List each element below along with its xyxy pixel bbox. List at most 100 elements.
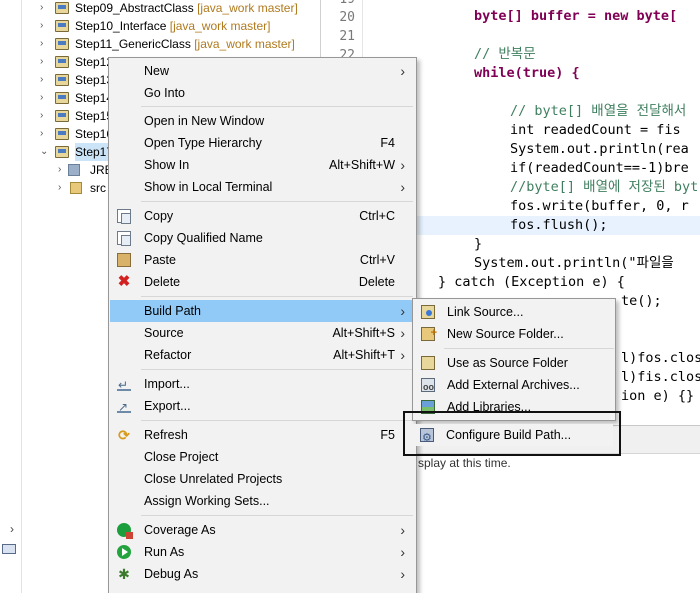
code-line: ion e) {} <box>621 388 695 404</box>
menu-item-label: New <box>144 64 170 78</box>
menu-item-label: Copy <box>144 209 174 223</box>
explorer-bottom-bar: › <box>0 522 22 593</box>
menu-item-close-project[interactable]: Close Project <box>110 446 415 468</box>
menu-item-refactor[interactable]: Refactor Alt+Shift+T › <box>110 344 415 366</box>
menu-item-label: Import... <box>144 377 190 391</box>
menu-item-label: Source <box>144 326 184 340</box>
menu-item-label: Close Unrelated Projects <box>144 472 283 486</box>
chevron-right-icon[interactable]: › <box>40 125 50 143</box>
chevron-right-icon[interactable]: › <box>40 53 50 71</box>
chevron-right-icon[interactable]: › <box>40 107 50 125</box>
menu-item-paste[interactable]: Paste Ctrl+V <box>110 249 415 271</box>
project-icon <box>55 110 69 122</box>
menu-item-shortcut: Ctrl+C <box>359 209 395 223</box>
menu-item-show-in[interactable]: Show In Alt+Shift+W › <box>110 154 415 176</box>
submenu-arrow-icon: › <box>400 325 405 341</box>
coverage-icon <box>117 523 133 539</box>
menu-item-label: Coverage As <box>144 523 216 537</box>
view-icon[interactable] <box>2 544 16 554</box>
chevron-right-icon[interactable]: › <box>58 179 68 197</box>
code-line: byte[] buffer = new byte[ <box>474 8 678 24</box>
project-name: Step10_Interface <box>75 19 167 33</box>
code-line: te(); <box>621 293 662 309</box>
chevron-right-icon[interactable]: › <box>40 17 50 35</box>
copy-icon <box>117 209 131 224</box>
link-source-icon <box>421 305 435 319</box>
menu-item-build-path[interactable]: Build Path › <box>110 300 415 322</box>
menu-item-import[interactable]: Import... <box>110 373 415 396</box>
debug-bug-icon: ✱ <box>118 566 130 582</box>
code-line: System.out.println(rea <box>510 141 689 157</box>
chevron-right-icon[interactable]: › <box>40 71 50 89</box>
menu-item-export[interactable]: Export... <box>110 395 415 418</box>
menu-item-show-in-local-terminal[interactable]: Show in Local Terminal › <box>110 176 415 198</box>
paste-icon <box>117 253 131 267</box>
explorer-left-edge <box>0 0 22 593</box>
submenu-item-link-source[interactable]: Link Source... <box>414 301 614 323</box>
menu-item-shortcut: Alt+Shift+T <box>333 348 395 362</box>
menu-item-debug-as[interactable]: ✱ Debug As › <box>110 563 415 585</box>
highlight-box <box>403 411 621 456</box>
menu-item-new[interactable]: New › <box>110 60 415 82</box>
chevron-down-icon[interactable]: ⌄ <box>40 143 50 161</box>
menu-item-close-unrelated-projects[interactable]: Close Unrelated Projects <box>110 468 415 490</box>
menu-item-open-in-new-window[interactable]: Open in New Window <box>110 110 415 132</box>
menu-item-refresh[interactable]: ⟳ Refresh F5 <box>110 424 415 446</box>
export-icon <box>117 396 131 418</box>
code-line: if(readedCount==-1)bre <box>510 160 689 176</box>
code-line: // byte[] 배열을 전달해서 <box>510 103 687 119</box>
submenu-item-use-as-source-folder[interactable]: Use as Source Folder <box>414 352 614 374</box>
line-number: 20 <box>339 10 355 25</box>
child-name: src <box>90 181 106 195</box>
menu-item-label: Paste <box>144 253 176 267</box>
code-line: l)fis.close <box>621 369 700 385</box>
submenu-arrow-icon: › <box>400 522 405 538</box>
code-line: System.out.println("파일을 <box>474 255 682 271</box>
code-line: } catch (Exception e) { <box>438 274 625 290</box>
menu-item-open-type-hierarchy[interactable]: Open Type Hierarchy F4 <box>110 132 415 154</box>
import-icon <box>117 374 131 396</box>
menu-item-source[interactable]: Source Alt+Shift+S › <box>110 322 415 344</box>
copy-qualified-name-icon <box>117 231 131 246</box>
code-line: // 반복문 <box>474 46 536 62</box>
menu-item-coverage-as[interactable]: Coverage As › <box>110 519 415 541</box>
menu-item-label: Open Type Hierarchy <box>144 136 262 150</box>
git-branch-label: [java_work master] <box>194 37 295 51</box>
project-icon <box>55 56 69 68</box>
menu-item-label: Go Into <box>144 86 185 100</box>
submenu-item-add-external-archives[interactable]: Add External Archives... <box>414 374 614 398</box>
menu-item-label: Show In <box>144 158 190 172</box>
code-line: l)fos.close <box>621 350 700 366</box>
chevron-right-icon[interactable]: › <box>10 522 14 536</box>
code-line-current: fos.flush(); <box>417 216 700 235</box>
menu-item-label: New Source Folder... <box>447 327 564 341</box>
menu-item-shortcut: F4 <box>380 136 395 150</box>
menu-item-label: Add External Archives... <box>447 378 580 392</box>
menu-item-shortcut: F5 <box>380 428 395 442</box>
menu-item-run-as[interactable]: Run As › <box>110 541 415 563</box>
project-icon <box>55 74 69 86</box>
chevron-right-icon[interactable]: › <box>40 89 50 107</box>
project-icon <box>55 20 69 32</box>
submenu-arrow-icon: › <box>400 63 405 79</box>
menu-item-label: Copy Qualified Name <box>144 231 263 245</box>
menu-item-assign-working-sets[interactable]: Assign Working Sets... <box>110 490 415 512</box>
menu-item-go-into[interactable]: Go Into <box>110 82 415 104</box>
chevron-right-icon[interactable]: › <box>58 161 68 179</box>
submenu-item-new-source-folder[interactable]: New Source Folder... <box>414 322 614 345</box>
chevron-right-icon[interactable]: › <box>40 0 50 17</box>
menu-item-copy[interactable]: Copy Ctrl+C <box>110 205 415 227</box>
submenu-arrow-icon: › <box>400 566 405 582</box>
project-name: Step11_GenericClass <box>75 37 191 51</box>
menu-item-delete[interactable]: ✖ Delete Delete <box>110 271 415 293</box>
console-message: splay at this time. <box>418 456 511 470</box>
menu-separator <box>141 369 413 370</box>
build-path-submenu: Link Source... New Source Folder... Use … <box>412 298 616 421</box>
git-branch-label: [java_work master] <box>197 1 298 15</box>
code-line: while(true) { <box>474 65 580 81</box>
delete-icon: ✖ <box>117 273 131 290</box>
code-line: //byte[] 배열에 저장된 byt <box>510 179 699 195</box>
menu-item-copy-qualified-name[interactable]: Copy Qualified Name <box>110 227 415 249</box>
source-folder-icon <box>70 182 82 194</box>
chevron-right-icon[interactable]: › <box>40 35 50 53</box>
